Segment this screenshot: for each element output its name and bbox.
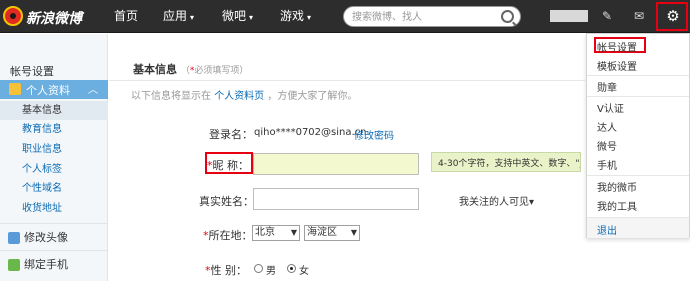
nav-games[interactable]: 游戏 ▾ [280,0,311,33]
province-select[interactable]: 北京 ▼ [252,225,300,241]
sidebar-title: 帐号设置 [10,65,54,78]
menu-item-medals[interactable]: 勋章 [597,79,617,94]
search-box [343,6,521,27]
chevron-down-icon: ▼ [290,228,297,237]
menu-item-account-settings[interactable]: 帐号设置 [597,39,637,54]
required-note: （*必须填写项） [180,66,249,76]
nav-weiba[interactable]: 微吧 ▾ [222,0,253,33]
gender-female-label: 女 [299,266,309,277]
sidebar-item-basic-info[interactable]: 基本信息 [0,101,108,120]
chevron-up-icon: ︿ [88,85,98,96]
weibo-logo[interactable]: 新浪微博 [0,0,96,33]
sidebar-item-avatar[interactable]: 修改头像 [0,223,108,251]
edit-icon[interactable]: ✎ [600,9,614,23]
menu-item-mobile[interactable]: 手机 [597,157,617,172]
gender-label: *性 别： [205,264,247,277]
sidebar-item-bind-phone[interactable]: 绑定手机 [0,250,108,278]
menu-item-tools[interactable]: 我的工具 [597,198,637,213]
gender-female-radio[interactable] [287,264,296,273]
chevron-down-icon: ▾ [190,13,195,22]
menu-item-weihao[interactable]: 微号 [597,138,617,153]
mail-icon[interactable]: ✉ [632,9,646,23]
gender-male-radio[interactable] [254,264,263,273]
avatar-icon [8,232,20,244]
sidebar-group-profile[interactable]: 个人资料 ︿ [0,80,108,99]
nickname-hint: 4-30个字符，支持中英文、数字、"_" [431,152,581,172]
location-label: *所在地： [203,229,253,242]
chevron-down-icon: ▾ [249,13,254,22]
login-value: qiho****0702@sina.cn [254,127,367,138]
login-label: 登录名： [209,128,253,141]
logo-text: 新浪微博 [26,11,82,27]
settings-dropdown-menu: 帐号设置 模板设置 勋章 V认证 达人 微号 手机 我的微币 我的工具 退出 [586,33,690,238]
realname-visibility-dropdown[interactable]: 我关注的人可见▾ [459,193,534,208]
top-nav-bar: 新浪微博 首页 应用▾ 微吧▾ 游戏▾ ✎ ✉ ⚙ [0,0,690,33]
menu-footer: 退出 [587,217,689,238]
weibo-eye-logo-icon [3,6,23,26]
sidebar-item-career[interactable]: 职业信息 [0,140,108,159]
search-icon[interactable] [501,10,514,23]
settings-button[interactable]: ⚙ [656,2,688,31]
menu-item-template-settings[interactable]: 模板设置 [597,58,637,73]
menu-item-logout[interactable]: 退出 [597,222,617,237]
sidebar-item-domain[interactable]: 个性域名 [0,179,108,198]
settings-sidebar: 帐号设置 个人资料 ︿ 基本信息 教育信息 职业信息 个人标签 个性域名 收货地… [0,34,108,281]
chevron-down-icon: ▼ [350,228,357,237]
gender-male-label: 男 [266,266,276,277]
district-select[interactable]: 海淀区 ▼ [304,225,360,241]
username-redacted[interactable] [550,10,588,22]
nav-apps[interactable]: 应用 ▾ [163,0,194,33]
sidebar-item-address[interactable]: 收货地址 [0,199,108,218]
sidebar-item-tags[interactable]: 个人标签 [0,160,108,179]
nickname-field[interactable] [253,153,419,175]
chevron-down-icon: ▾ [307,13,312,22]
menu-item-v-verify[interactable]: V认证 [597,100,624,115]
menu-item-weibi[interactable]: 我的微币 [597,179,637,194]
sidebar-item-education[interactable]: 教育信息 [0,120,108,139]
nav-home[interactable]: 首页 [114,0,138,33]
nickname-label: *昵 称： [207,159,249,172]
section-title: 基本信息 （*必须填写项） [133,63,249,76]
menu-divider [587,175,689,176]
profile-page-link[interactable]: 个人资料页 [214,91,264,102]
search-input[interactable] [352,10,492,24]
menu-divider [587,96,689,97]
profile-icon [9,83,21,95]
gear-icon: ⚙ [666,7,680,25]
phone-icon [8,259,20,271]
change-password-link[interactable]: 修改密码 [354,127,394,142]
divider [109,80,585,81]
realname-field[interactable] [253,188,419,210]
menu-item-daren[interactable]: 达人 [597,119,617,134]
menu-divider [587,75,689,76]
realname-label: 真实姓名： [199,195,254,208]
section-description: 以下信息将显示在 个人资料页 ，方便大家了解你。 [131,91,358,102]
